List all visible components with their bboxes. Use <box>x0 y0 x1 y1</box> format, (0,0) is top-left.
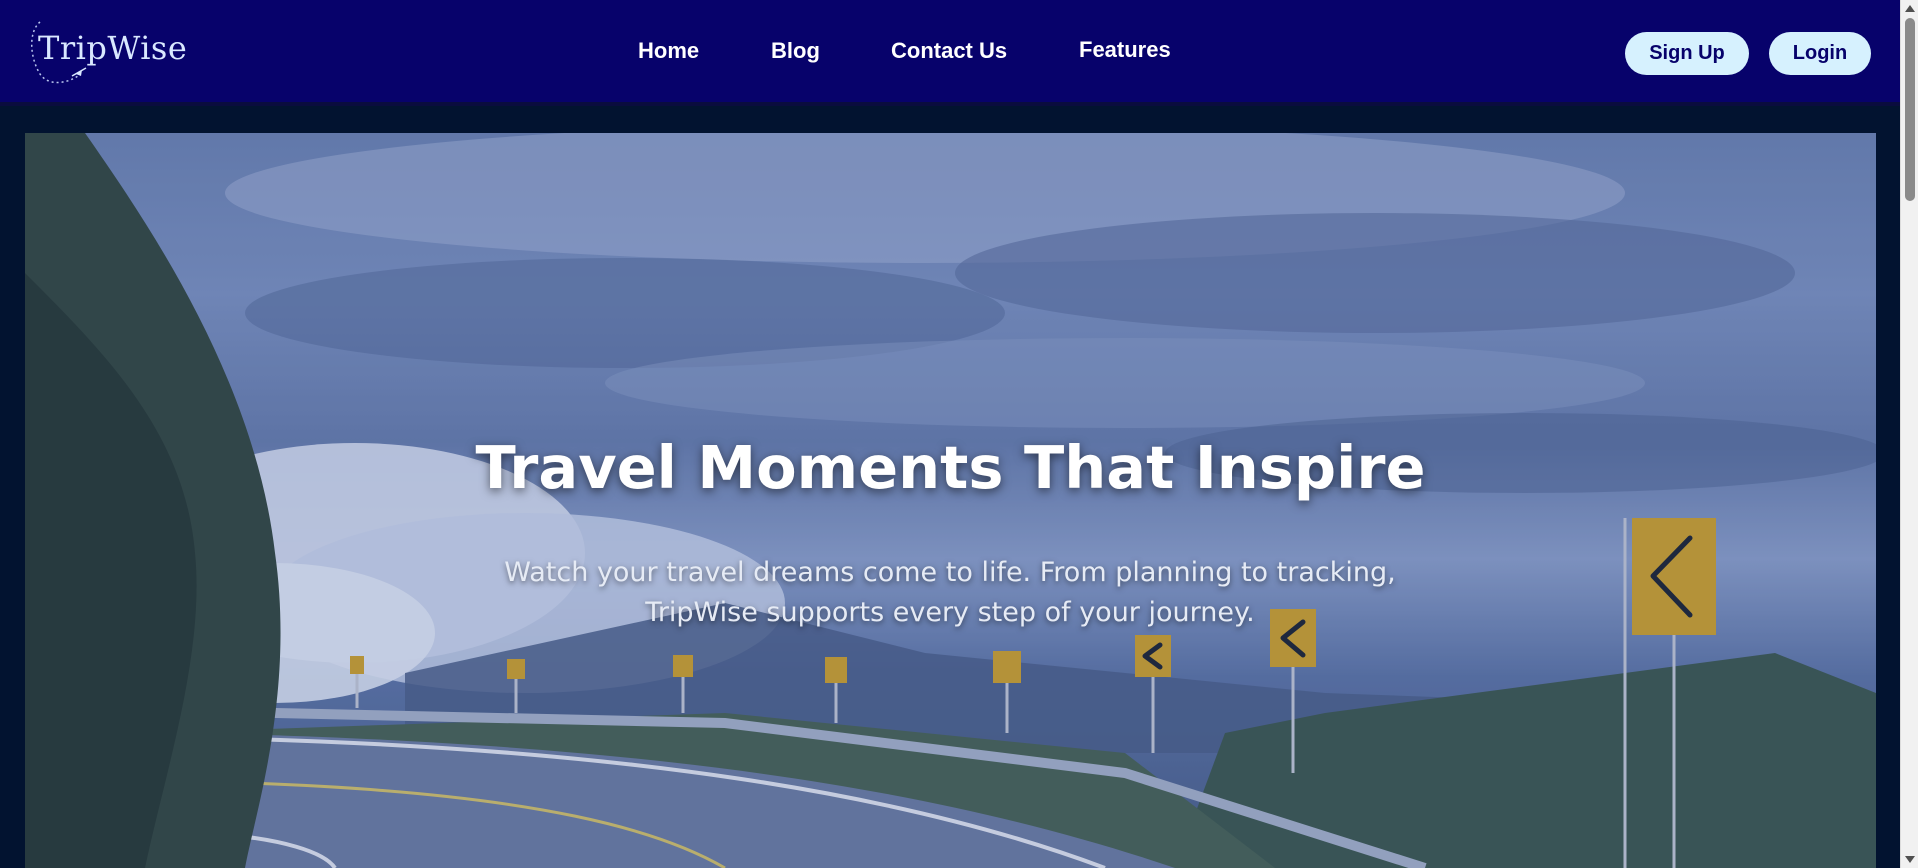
page-scrollbar[interactable] <box>1900 0 1918 868</box>
navbar: TripWise Home Blog Contact Us Features S… <box>0 0 1900 106</box>
main-nav: Home Blog Contact Us Features <box>0 0 1900 102</box>
signup-button[interactable]: Sign Up <box>1625 32 1749 75</box>
nav-link-blog[interactable]: Blog <box>771 38 820 64</box>
hero-subtitle: Watch your travel dreams come to life. F… <box>504 557 1396 628</box>
hero-section: Travel Moments That Inspire Watch your t… <box>25 133 1876 868</box>
nav-link-features[interactable]: Features <box>1079 37 1171 63</box>
scroll-thumb[interactable] <box>1905 18 1915 201</box>
login-button[interactable]: Login <box>1769 32 1871 75</box>
nav-link-contact-us[interactable]: Contact Us <box>891 38 1007 64</box>
scroll-up-arrow-icon[interactable] <box>1905 5 1915 12</box>
scroll-down-arrow-icon[interactable] <box>1905 856 1915 863</box>
hero-title: Travel Moments That Inspire <box>475 433 1426 502</box>
nav-link-home[interactable]: Home <box>638 38 699 64</box>
